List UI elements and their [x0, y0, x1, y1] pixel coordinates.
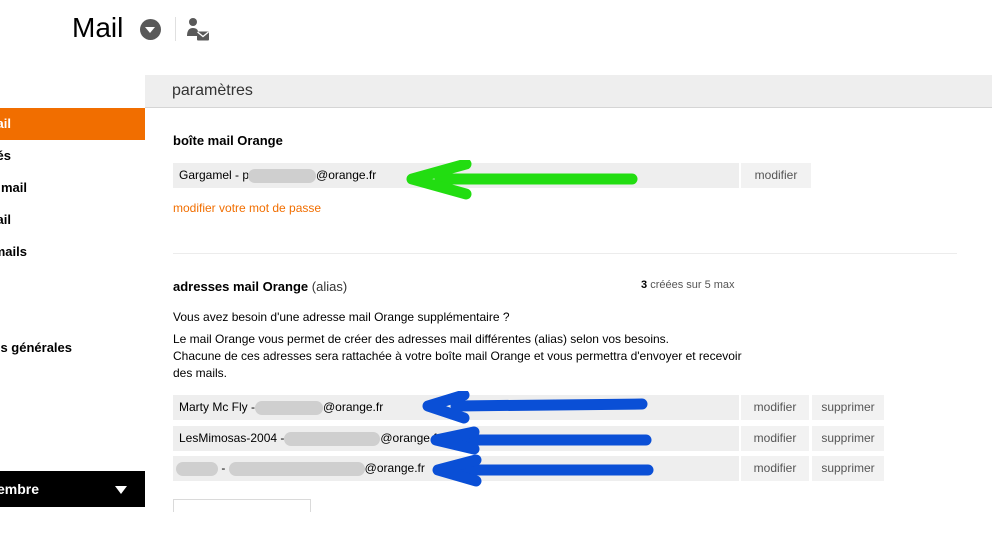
aliases-section-subtitle: (alias) [311, 279, 348, 294]
nav-item-addresses[interactable]: Adresses mail [0, 172, 145, 204]
nav-item-reply[interactable]: Réponse mail [0, 204, 145, 236]
alias-modify-button[interactable]: modifier [741, 456, 809, 481]
nav-item-general-options[interactable]: Options générales [0, 332, 145, 364]
alias-intro-line1: Le mail Orange vous permet de créer des … [173, 332, 670, 346]
mailbox-modify-button[interactable]: modifier [741, 163, 811, 188]
alias-count-number: 3 [641, 279, 648, 291]
alias-domain: @orange.fr [364, 461, 425, 475]
alias-delete-button[interactable]: supprimer [812, 426, 884, 451]
alias-delete-button[interactable]: supprimer [812, 456, 884, 481]
mailbox-account-name: Gargamel - p [179, 168, 250, 182]
contact-mail-icon[interactable] [186, 17, 210, 43]
alias-prefix: LesMimosas-2004 - [179, 431, 285, 445]
alias-intro-question: Vous avez besoin d'une adresse mail Oran… [173, 310, 510, 324]
alias-count-text: créées sur 5 max [650, 279, 735, 291]
app-title: Mail [72, 12, 124, 43]
blue-annotation-arrow [422, 391, 648, 424]
month-selector[interactable]: Novembre 2023 [0, 471, 145, 533]
alias-intro-line3: des mails. [173, 366, 228, 380]
mailbox-section-title: boîte mail Orange [173, 133, 283, 148]
mailbox-domain: @orange.fr [316, 168, 377, 182]
alias-count: 3 créées sur 5 max [641, 279, 735, 291]
nav-item-filters[interactable]: Filtres mails [0, 236, 145, 268]
redacted-text [176, 461, 218, 476]
redacted-text [284, 431, 381, 446]
page-title: paramètres [172, 82, 253, 99]
alias-modify-button[interactable]: modifier [741, 395, 809, 420]
aliases-section-heading: adresses mail Orange (alias) [173, 279, 347, 294]
section-divider [173, 253, 957, 254]
alias-delete-button[interactable]: supprimer [812, 395, 884, 420]
add-alias-button[interactable] [173, 499, 311, 512]
header-divider [175, 17, 176, 41]
caret-down-icon [115, 486, 127, 494]
page-header: paramètres [145, 75, 992, 108]
alias-prefix: - [218, 461, 229, 475]
aliases-section-title: adresses mail Orange [173, 279, 309, 294]
nav-item-contacts[interactable]: Contacts favorisés [0, 140, 145, 172]
green-annotation-arrow [406, 160, 638, 200]
alias-domain: @orange.fr [323, 400, 384, 414]
blue-annotation-arrow [432, 454, 654, 487]
alias-modify-button[interactable]: modifier [741, 426, 809, 451]
chevron-down-icon[interactable] [140, 19, 161, 40]
redacted-text [255, 400, 323, 415]
alias-intro-line2: Chacune de ces adresses sera rattachée à… [173, 349, 742, 363]
redacted-text [248, 168, 317, 183]
change-password-link[interactable]: modifier votre mot de passe [173, 201, 321, 215]
redacted-text [228, 461, 365, 476]
alias-prefix: Marty Mc Fly - [179, 400, 255, 414]
nav-item-mail[interactable]: Mail [0, 108, 145, 140]
